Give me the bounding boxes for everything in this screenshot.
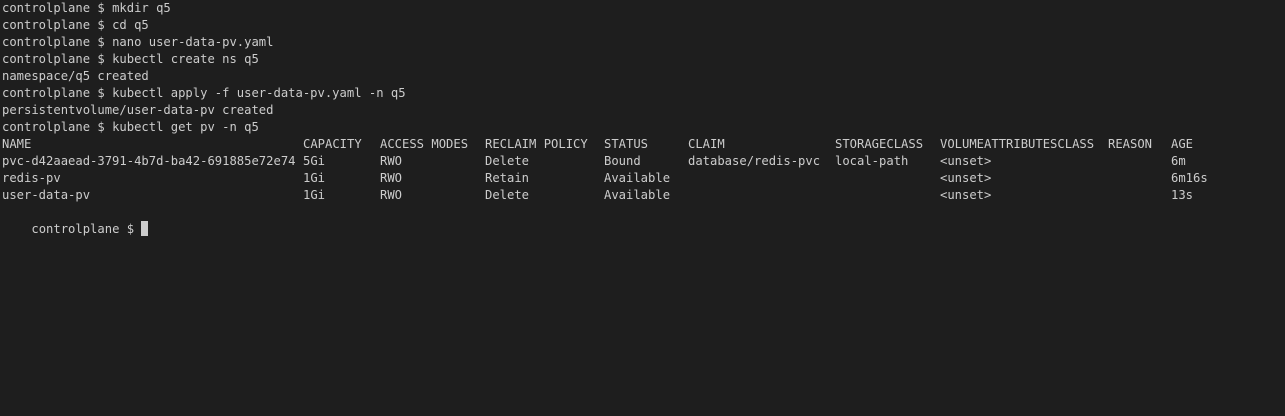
- cell-capacity: 1Gi: [303, 188, 326, 202]
- output-line: namespace/q5 created: [2, 68, 1285, 85]
- cell-name: redis-pv: [2, 171, 61, 185]
- cell-age: 6m16s: [1171, 171, 1208, 185]
- shell-prompt: controlplane $: [2, 86, 113, 100]
- command-line: controlplane $ nano user-data-pv.yaml: [2, 34, 1285, 51]
- terminal-window[interactable]: controlplane $ mkdir q5 controlplane $ cd…: [0, 0, 1285, 416]
- cell-capacity: 5Gi: [303, 154, 326, 168]
- header-reclaim-policy: RECLAIM POLICY: [485, 137, 588, 151]
- header-status: STATUS: [604, 137, 649, 151]
- output-text: namespace/q5 created: [2, 69, 149, 83]
- header-access-modes: ACCESS MODES: [380, 137, 469, 151]
- text-cursor: [141, 221, 149, 236]
- output-line: persistentvolume/user-data-pv created: [2, 102, 1285, 119]
- cell-age: 13s: [1171, 188, 1194, 202]
- cell-status: Available: [604, 188, 671, 202]
- cell-age: 6m: [1171, 154, 1186, 168]
- command-text: kubectl create ns q5: [112, 52, 259, 66]
- command-text: mkdir q5: [112, 1, 171, 15]
- cell-access-modes: RWO: [380, 171, 403, 185]
- cell-volumeattributesclass: <unset>: [940, 188, 992, 202]
- table-row: redis-pv 1Gi RWO Retain Available <unset> 6m16…: [2, 170, 1285, 187]
- shell-prompt: controlplane $: [2, 18, 113, 32]
- shell-prompt: controlplane $: [2, 1, 113, 15]
- shell-prompt: controlplane $: [31, 222, 142, 236]
- header-reason: REASON: [1108, 137, 1153, 151]
- shell-prompt: controlplane $: [2, 120, 113, 134]
- pv-table: NAME CAPACITY ACCESS MODES RECLAIM POLICY ST…: [2, 136, 1285, 204]
- output-text: persistentvolume/user-data-pv created: [2, 103, 274, 117]
- cell-capacity: 1Gi: [303, 171, 326, 185]
- cell-storageclass: local-path: [835, 154, 909, 168]
- cell-status: Bound: [604, 154, 641, 168]
- command-line: controlplane $ kubectl apply -f user-dat…: [2, 85, 1285, 102]
- cell-access-modes: RWO: [380, 188, 403, 202]
- header-storageclass: STORAGECLASS: [835, 137, 924, 151]
- cell-status: Available: [604, 171, 671, 185]
- command-text: nano user-data-pv.yaml: [112, 35, 274, 49]
- terminal-history: controlplane $ mkdir q5 controlplane $ cd…: [2, 0, 1285, 136]
- command-text: kubectl apply -f user-data-pv.yaml -n q5: [112, 86, 406, 100]
- command-text: kubectl get pv -n q5: [112, 120, 259, 134]
- shell-prompt: controlplane $: [2, 52, 113, 66]
- header-name: NAME: [2, 137, 32, 151]
- cell-name: pvc-d42aaead-3791-4b7d-ba42-691885e72e74: [2, 154, 296, 168]
- command-line: controlplane $ kubectl create ns q5: [2, 51, 1285, 68]
- command-line: controlplane $ cd q5: [2, 17, 1285, 34]
- table-row: pvc-d42aaead-3791-4b7d-ba42-691885e72e74…: [2, 153, 1285, 170]
- header-claim: CLAIM: [688, 137, 725, 151]
- command-line: controlplane $ kubectl get pv -n q5: [2, 119, 1285, 136]
- cell-volumeattributesclass: <unset>: [940, 171, 992, 185]
- cell-access-modes: RWO: [380, 154, 403, 168]
- header-volumeattributesclass: VOLUMEATTRIBUTESCLASS: [940, 137, 1095, 151]
- active-prompt-line[interactable]: controlplane $: [2, 204, 1285, 236]
- command-text: cd q5: [112, 18, 149, 32]
- table-header-row: NAME CAPACITY ACCESS MODES RECLAIM POLICY ST…: [2, 136, 1285, 153]
- table-row: user-data-pv 1Gi RWO Delete Available <unset>…: [2, 187, 1285, 204]
- cell-reclaim-policy: Retain: [485, 171, 530, 185]
- header-age: AGE: [1171, 137, 1194, 151]
- cell-reclaim-policy: Delete: [485, 188, 530, 202]
- header-capacity: CAPACITY: [303, 137, 362, 151]
- cell-claim: database/redis-pvc: [688, 154, 821, 168]
- shell-prompt: controlplane $: [2, 35, 113, 49]
- cell-name: user-data-pv: [2, 188, 91, 202]
- cell-volumeattributesclass: <unset>: [940, 154, 992, 168]
- cell-reclaim-policy: Delete: [485, 154, 530, 168]
- command-line: controlplane $ mkdir q5: [2, 0, 1285, 17]
